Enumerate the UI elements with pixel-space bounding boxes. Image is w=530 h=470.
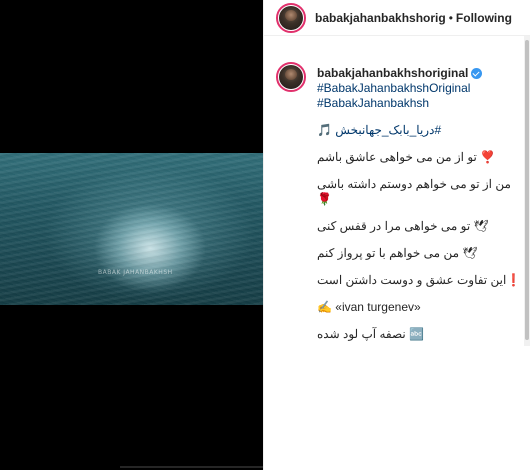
post-media[interactable]: BABAK JAHANBAKHSH (0, 0, 263, 470)
caption-hashtag-line[interactable]: #دریا_بابک_جهانبخش 🎵 (317, 123, 522, 138)
hashtag-link[interactable]: #BabakJahanbakhsh (317, 96, 522, 111)
caption-line: ❣️ تو از من می خواهی عاشق باشم (317, 150, 496, 164)
post-details-panel: babakjahanbakhshorig • Following babakja… (263, 0, 530, 470)
caption-line: 🌹 (317, 192, 332, 206)
video-progress-bar[interactable] (120, 466, 263, 468)
caption-line: من از تو می خواهم دوستم داشته باشی (317, 177, 511, 191)
caption-body: babakjahanbakhshoriginal #BabakJahanbakh… (317, 66, 522, 342)
verified-badge-icon (471, 68, 483, 79)
sea-surface-texture (0, 153, 263, 305)
following-button[interactable]: Following (456, 11, 512, 25)
caption-line: ❗️این تفاوت عشق و دوست داشتن است (317, 273, 522, 287)
hashtag-link[interactable]: #BabakJahanbakhshOriginal (317, 81, 522, 96)
scrollbar-thumb[interactable] (525, 40, 529, 340)
video-player[interactable]: BABAK JAHANBAKHSH (0, 153, 263, 305)
caption-line: 🕊 من می خواهم با تو پرواز کنم (317, 246, 478, 260)
caption-line: 🕊 تو می خواهی مرا در قفس کنی (317, 219, 489, 233)
video-watermark: BABAK JAHANBAKHSH (98, 269, 173, 276)
caption-line: ✍️ «ivan turgenev» (317, 300, 421, 314)
header-separator: • (448, 10, 453, 25)
comments-scrollbar[interactable] (524, 36, 530, 346)
header-username-link[interactable]: babakjahanbakhshorig (315, 11, 446, 25)
caption-avatar[interactable] (276, 62, 306, 92)
post-header: babakjahanbakhshorig • Following (264, 0, 530, 36)
avatar[interactable] (276, 2, 306, 33)
caption-author-link[interactable]: babakjahanbakhshoriginal (317, 66, 468, 81)
caption-line: 🔤 نصفه آپ لود شده (317, 327, 424, 341)
